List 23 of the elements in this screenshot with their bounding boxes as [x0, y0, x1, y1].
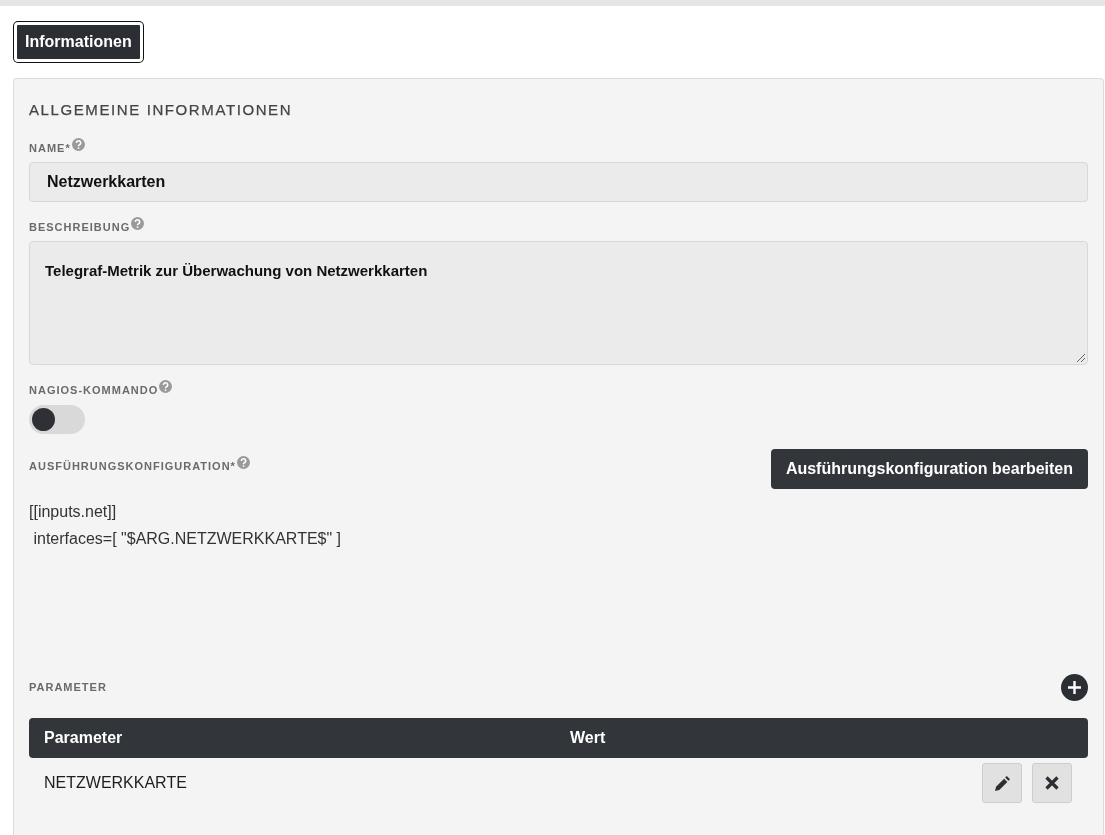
tab[interactable]: Informationen: [14, 22, 143, 62]
close-icon: [1045, 776, 1059, 790]
textarea-field[interactable]: Telegraf-Metrik zur Überwachung von Netzwerkkarten: [29, 241, 1088, 365]
code-line: [[inputs.net]]: [29, 502, 117, 522]
field-label: NAME*: [29, 142, 71, 155]
column-header: Parameter: [44, 729, 123, 746]
text-input[interactable]: Netzwerkkarten: [29, 162, 1088, 202]
field-label: NAGIOS-KOMMANDO: [29, 384, 159, 397]
plus-icon: [1068, 681, 1081, 694]
add-button[interactable]: [1061, 674, 1088, 701]
section-title: ALLGEMEINE INFORMATIONEN: [29, 101, 293, 119]
code-line: interfaces=[ "$ARG.NETZWERKKARTE$" ]: [32, 529, 342, 549]
edit-button[interactable]: [982, 763, 1022, 803]
column-header: Wert: [570, 729, 606, 746]
field-label: BESCHREIBUNG: [29, 221, 131, 234]
table-cell: NETZWERKKARTE: [44, 774, 187, 791]
edit-config-button[interactable]: Ausführungskonfiguration bearbeiten: [770, 449, 1088, 489]
field-label: PARAMETER: [29, 681, 107, 694]
delete-button[interactable]: [1032, 763, 1072, 803]
toggle-switch[interactable]: [29, 405, 85, 434]
pencil-icon: [994, 775, 1010, 791]
field-label: AUSFÜHRUNGSKONFIGURATION*: [29, 460, 236, 473]
resize-grip-icon[interactable]: [1077, 354, 1085, 362]
